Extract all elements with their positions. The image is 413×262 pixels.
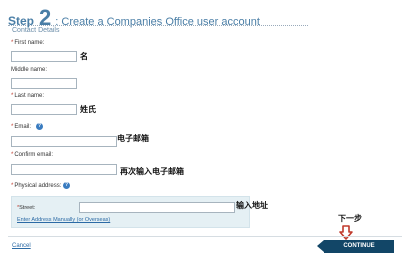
header-divider (8, 25, 308, 26)
physical-address-label-text: Physical address: (14, 183, 62, 189)
last-name-annotation: 姓氏 (80, 105, 96, 114)
email-field[interactable] (11, 136, 117, 147)
middle-name-label: Middle name: (11, 67, 48, 73)
first-name-annotation: 名 (80, 52, 88, 61)
last-name-label-text: Last name: (14, 93, 45, 99)
confirm-email-annotation: 再次输入电子邮箱 (120, 167, 184, 176)
first-name-label: *First name: (11, 40, 44, 46)
question-icon[interactable]: ? (63, 182, 70, 189)
required-marker: * (11, 183, 14, 189)
question-icon[interactable]: ? (36, 123, 43, 130)
enter-address-manually-link[interactable]: Enter Address Manually (or Overseas) (17, 217, 110, 223)
last-name-label: *Last name: (11, 93, 44, 99)
continue-button-notch (317, 240, 324, 252)
last-name-field[interactable] (11, 104, 77, 115)
email-annotation: 电子邮箱 (117, 134, 149, 143)
required-marker: * (11, 152, 14, 158)
street-label-text: Street: (19, 205, 36, 211)
street-annotation: 输入地址 (236, 201, 268, 210)
street-label: *Street: (17, 205, 35, 211)
down-arrow-icon (339, 225, 353, 240)
email-label: *Email: (11, 124, 31, 130)
continue-button[interactable]: CONTINUE (324, 240, 394, 253)
required-marker: * (11, 93, 14, 99)
first-name-field[interactable] (11, 51, 77, 62)
section-label: Contact Details (12, 27, 60, 34)
middle-name-field[interactable] (11, 78, 77, 89)
email-label-text: Email: (14, 124, 32, 130)
confirm-email-label-text: Confirm email: (14, 152, 54, 158)
address-panel: *Street: Enter Address Manually (or Over… (11, 196, 250, 228)
first-name-label-text: First name: (14, 40, 45, 46)
required-marker: * (11, 40, 14, 46)
footer-divider (8, 236, 402, 237)
cancel-link[interactable]: Cancel (12, 243, 31, 249)
required-marker: * (11, 124, 14, 130)
street-field[interactable] (79, 202, 235, 213)
confirm-email-label: *Confirm email: (11, 152, 53, 158)
confirm-email-field[interactable] (11, 164, 117, 175)
page-title: : Create a Companies Office user account (55, 16, 260, 28)
physical-address-label: *Physical address: (11, 183, 61, 189)
next-step-annotation: 下一步 (338, 214, 362, 223)
